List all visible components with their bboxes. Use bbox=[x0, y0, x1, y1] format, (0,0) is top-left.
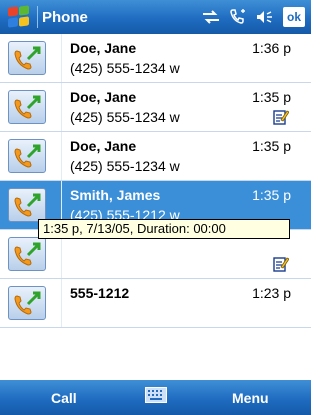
contact-name: 555-1212 bbox=[70, 285, 130, 301]
outgoing-call-icon[interactable] bbox=[8, 90, 46, 124]
contact-number: (425) 555-1234 w bbox=[70, 158, 180, 174]
connectivity-icon[interactable] bbox=[202, 10, 220, 24]
contact-name: Doe, Jane bbox=[70, 40, 137, 56]
call-time: 1:35 p bbox=[252, 89, 291, 105]
outgoing-call-icon[interactable] bbox=[8, 237, 46, 271]
keyboard-icon[interactable] bbox=[145, 387, 167, 403]
contact-number: (425) 555-1234 w bbox=[70, 60, 180, 76]
volume-icon[interactable] bbox=[256, 10, 274, 24]
call-icon-cell bbox=[0, 132, 62, 180]
start-menu-icon[interactable] bbox=[5, 5, 33, 29]
call-time: 1:35 p bbox=[252, 187, 291, 203]
call-icon-cell bbox=[0, 279, 62, 327]
phone-signal-icon[interactable] bbox=[229, 9, 247, 25]
note-icon[interactable] bbox=[273, 256, 289, 272]
contact-name: Doe, Jane bbox=[70, 89, 137, 105]
page-title: Phone bbox=[42, 8, 88, 26]
contact-number: (425) 555-1234 w bbox=[70, 109, 180, 125]
call-softkey[interactable]: Call bbox=[51, 390, 77, 406]
call-log-row[interactable]: Doe, Jane (425) 555-1234 w 1:35 p bbox=[0, 132, 311, 181]
call-icon-cell bbox=[0, 34, 62, 82]
call-log-row[interactable]: Doe, Jane (425) 555-1234 w 1:36 p bbox=[0, 34, 311, 83]
ok-button[interactable]: ok bbox=[283, 7, 305, 27]
title-separator bbox=[37, 6, 38, 28]
call-icon-cell bbox=[0, 83, 62, 131]
call-time: 1:36 p bbox=[252, 40, 291, 56]
outgoing-call-icon[interactable] bbox=[8, 41, 46, 75]
call-time: 1:23 p bbox=[252, 285, 291, 301]
contact-name: Smith, James bbox=[70, 187, 161, 203]
call-log-list: Doe, Jane (425) 555-1234 w 1:36 p Doe, J… bbox=[0, 34, 311, 380]
contact-name: Doe, Jane bbox=[70, 138, 137, 154]
outgoing-call-icon[interactable] bbox=[8, 286, 46, 320]
call-log-row[interactable]: Doe, Jane (425) 555-1234 w 1:35 p bbox=[0, 83, 311, 132]
note-icon[interactable] bbox=[273, 109, 289, 125]
system-tray: ok bbox=[202, 7, 305, 27]
call-details-tooltip: 1:35 p, 7/13/05, Duration: 00:00 bbox=[38, 219, 290, 239]
title-bar: Phone ok bbox=[0, 0, 311, 34]
menu-softkey[interactable]: Menu bbox=[232, 390, 269, 406]
call-log-row[interactable]: 555-1212 1:23 p bbox=[0, 279, 311, 328]
call-time: 1:35 p bbox=[252, 138, 291, 154]
outgoing-call-icon[interactable] bbox=[8, 188, 46, 222]
menu-bar: Call Menu bbox=[0, 380, 311, 415]
outgoing-call-icon[interactable] bbox=[8, 139, 46, 173]
